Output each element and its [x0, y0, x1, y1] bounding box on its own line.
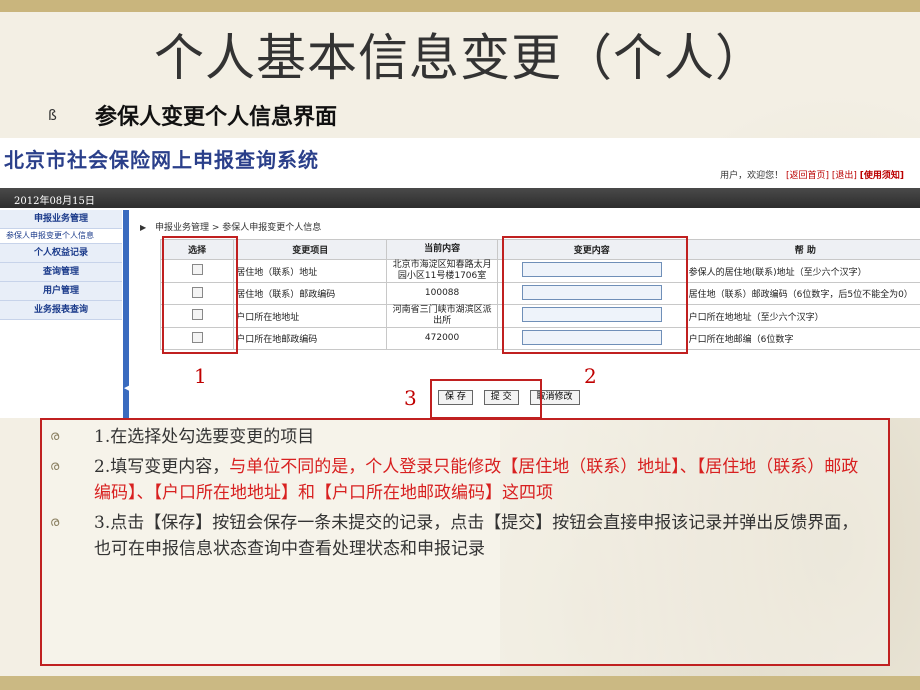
breadcrumb-arrow-icon: ▶	[140, 223, 147, 232]
row-current: 河南省三门峡市湖滨区派出所	[386, 304, 498, 328]
highlight-buttons	[430, 379, 542, 419]
col-current: 当前内容	[386, 239, 498, 260]
sidebar-item-declare[interactable]: 申报业务管理	[0, 210, 122, 229]
row-help: 户口所在地地址（至少六个汉字）	[685, 304, 920, 328]
bottom-band	[0, 676, 920, 690]
highlight-change-column	[502, 236, 688, 354]
row-current: 北京市海淀区知春路太月园小区11号楼1706室	[386, 259, 498, 283]
row-item: 户口所在地地址	[233, 304, 388, 328]
sidebar-item-reports[interactable]: 业务报表查询	[0, 301, 122, 320]
slide-title: 个人基本信息变更（个人）	[154, 29, 766, 87]
row-item: 户口所在地邮政编码	[233, 327, 388, 350]
home-link[interactable]: [返回首页]	[786, 171, 829, 181]
logout-link[interactable]: [退出]	[832, 171, 857, 181]
breadcrumb: ▶ 申报业务管理 > 参保人申报变更个人信息	[140, 220, 321, 233]
bullet-icon: ര	[50, 459, 60, 474]
row-current: 100088	[386, 282, 498, 305]
sidebar-item-rights[interactable]: 个人权益记录	[0, 244, 122, 263]
row-current: 472000	[386, 327, 498, 350]
breadcrumb-text: 申报业务管理 > 参保人申报变更个人信息	[155, 223, 322, 233]
col-item: 变更项目	[233, 239, 388, 260]
app-logo: 北京市社会保险网上申报查询系统	[4, 148, 319, 172]
bullet-icon: ര	[50, 429, 60, 444]
row-help: 居住地（联系）邮政编码（6位数字，后5位不能全为0）	[685, 282, 920, 305]
sidebar: 申报业务管理 参保人申报变更个人信息 个人权益记录 查询管理 用户管理 业务报表…	[0, 210, 122, 418]
top-band	[0, 0, 920, 12]
instruction-1-text: 1.在选择处勾选要变更的项目	[94, 427, 315, 447]
instruction-3-text: 3.点击【保存】按钮会保存一条未提交的记录，点击【提交】按钮会直接申报该记录并弹…	[94, 513, 859, 559]
sidebar-item-query[interactable]: 查询管理	[0, 263, 122, 282]
app-screenshot: 北京市社会保险网上申报查询系统 用户，欢迎您！ [返回首页] [退出] [使用须…	[0, 138, 920, 418]
instruction-2-text: 2.填写变更内容，	[94, 457, 230, 477]
user-bar: 用户，欢迎您！ [返回首页] [退出] [使用须知]	[720, 168, 904, 181]
instruction-box: ര 1.在选择处勾选要变更的项目 ര 2.填写变更内容，与单位不同的是，个人登录…	[40, 418, 890, 666]
col-help: 帮 助	[685, 239, 920, 260]
current-date: 2012年08月15日	[14, 196, 95, 207]
user-greeting: 用户，欢迎您！	[720, 171, 784, 181]
slide-subtitle: 参保人变更个人信息界面	[95, 105, 338, 130]
date-bar: 2012年08月15日	[0, 188, 920, 208]
collapse-arrow-icon[interactable]: ◀	[124, 384, 129, 392]
highlight-select-column	[162, 236, 238, 354]
row-help: 户口所在地邮编（6位数字	[685, 327, 920, 350]
bullet-icon: ß	[48, 108, 57, 124]
row-item: 居住地（联系）邮政编码	[233, 282, 388, 305]
row-help: 参保人的居住地(联系)地址（至少六个汉字）	[685, 259, 920, 283]
usage-notice-link[interactable]: [使用须知]	[860, 171, 904, 181]
callout-number-2: 2	[584, 364, 597, 388]
sidebar-item-users[interactable]: 用户管理	[0, 282, 122, 301]
callout-number-3: 3	[404, 386, 417, 410]
callout-number-1: 1	[194, 364, 207, 388]
app-header: 北京市社会保险网上申报查询系统 用户，欢迎您！ [返回首页] [退出] [使用须…	[0, 138, 920, 186]
bullet-icon: ര	[50, 515, 60, 530]
sidebar-subitem-change-info[interactable]: 参保人申报变更个人信息	[0, 229, 122, 244]
row-item: 居住地（联系）地址	[233, 259, 388, 283]
